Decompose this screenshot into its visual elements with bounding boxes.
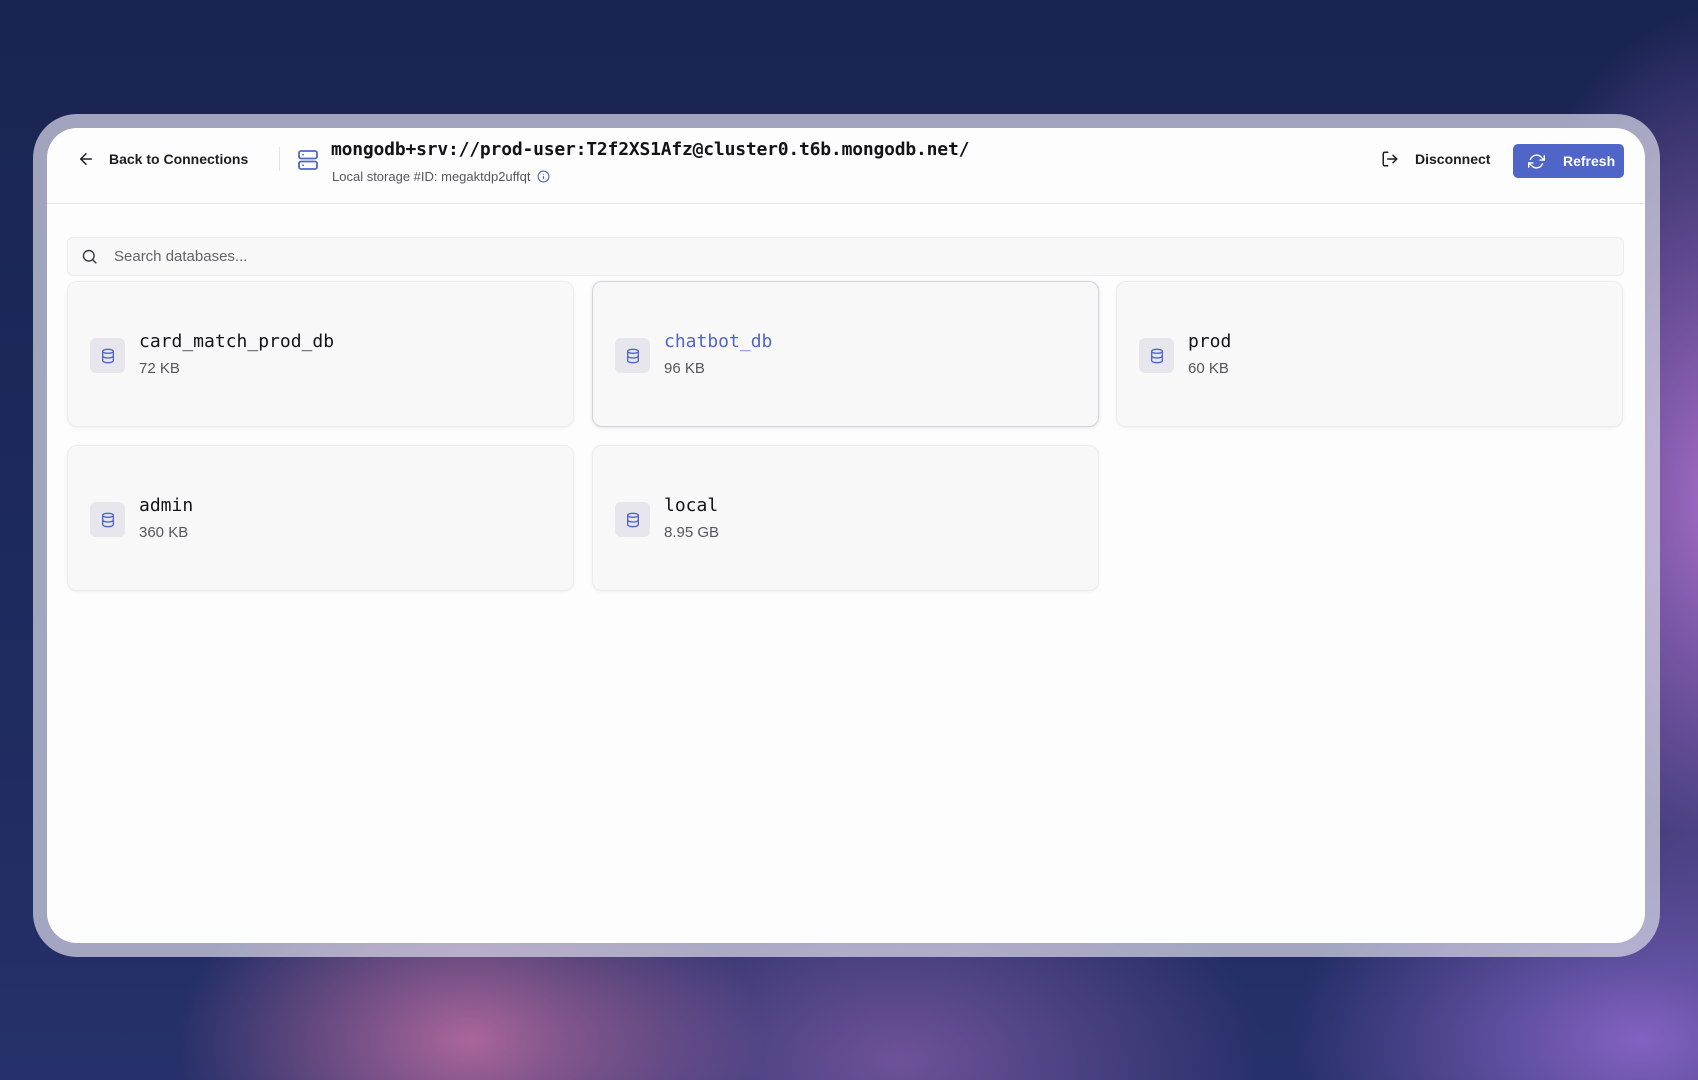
connection-uri: mongodb+srv://prod-user:T2f2XS1Afz@clust… (331, 139, 970, 160)
info-icon[interactable] (537, 170, 550, 183)
database-name: card_match_prod_db (139, 331, 335, 352)
database-size: 360 KB (139, 524, 189, 541)
database-size: 60 KB (1188, 360, 1229, 377)
search-bar (67, 237, 1624, 276)
database-icon (101, 348, 114, 363)
database-icon (101, 512, 114, 527)
database-card[interactable]: chatbot_db 96 KB (592, 281, 1099, 427)
database-icon (626, 348, 639, 363)
disconnect-label: Disconnect (1415, 151, 1491, 167)
server-icon (298, 150, 318, 170)
database-size: 96 KB (664, 360, 705, 377)
database-card[interactable]: prod 60 KB (1116, 281, 1623, 427)
app-window: Back to Connections mongodb+srv://prod-u… (47, 128, 1645, 943)
search-icon (82, 249, 97, 264)
database-icon-badge (615, 338, 650, 373)
refresh-icon (1528, 153, 1545, 169)
database-card[interactable]: card_match_prod_db 72 KB (67, 281, 574, 427)
database-name: local (664, 495, 719, 516)
database-name: chatbot_db (664, 331, 773, 352)
database-icon-badge (615, 502, 650, 537)
database-icon (626, 512, 639, 527)
database-icon-badge (1139, 338, 1174, 373)
database-icon (1150, 348, 1163, 363)
database-icon-badge (90, 502, 125, 537)
refresh-button[interactable]: Refresh (1513, 144, 1624, 178)
storage-info: Local storage #ID: megaktdp2uffqt (332, 169, 550, 184)
header-bar: Back to Connections mongodb+srv://prod-u… (47, 128, 1645, 204)
back-button-label: Back to Connections (109, 151, 249, 167)
search-input[interactable] (112, 247, 1623, 266)
back-to-connections-button[interactable]: Back to Connections (77, 144, 248, 174)
database-size: 8.95 GB (664, 524, 720, 541)
disconnect-button[interactable]: Disconnect (1381, 144, 1490, 174)
database-name: admin (139, 495, 194, 516)
database-name: prod (1188, 331, 1232, 352)
refresh-label: Refresh (1563, 153, 1616, 169)
header-divider (279, 147, 280, 171)
storage-info-text: Local storage #ID: megaktdp2uffqt (332, 169, 531, 184)
database-size: 72 KB (139, 360, 180, 377)
database-card[interactable]: admin 360 KB (67, 445, 574, 591)
database-icon-badge (90, 338, 125, 373)
arrow-left-icon (80, 153, 92, 165)
log-out-icon (1382, 151, 1398, 167)
database-card[interactable]: local 8.95 GB (592, 445, 1099, 591)
